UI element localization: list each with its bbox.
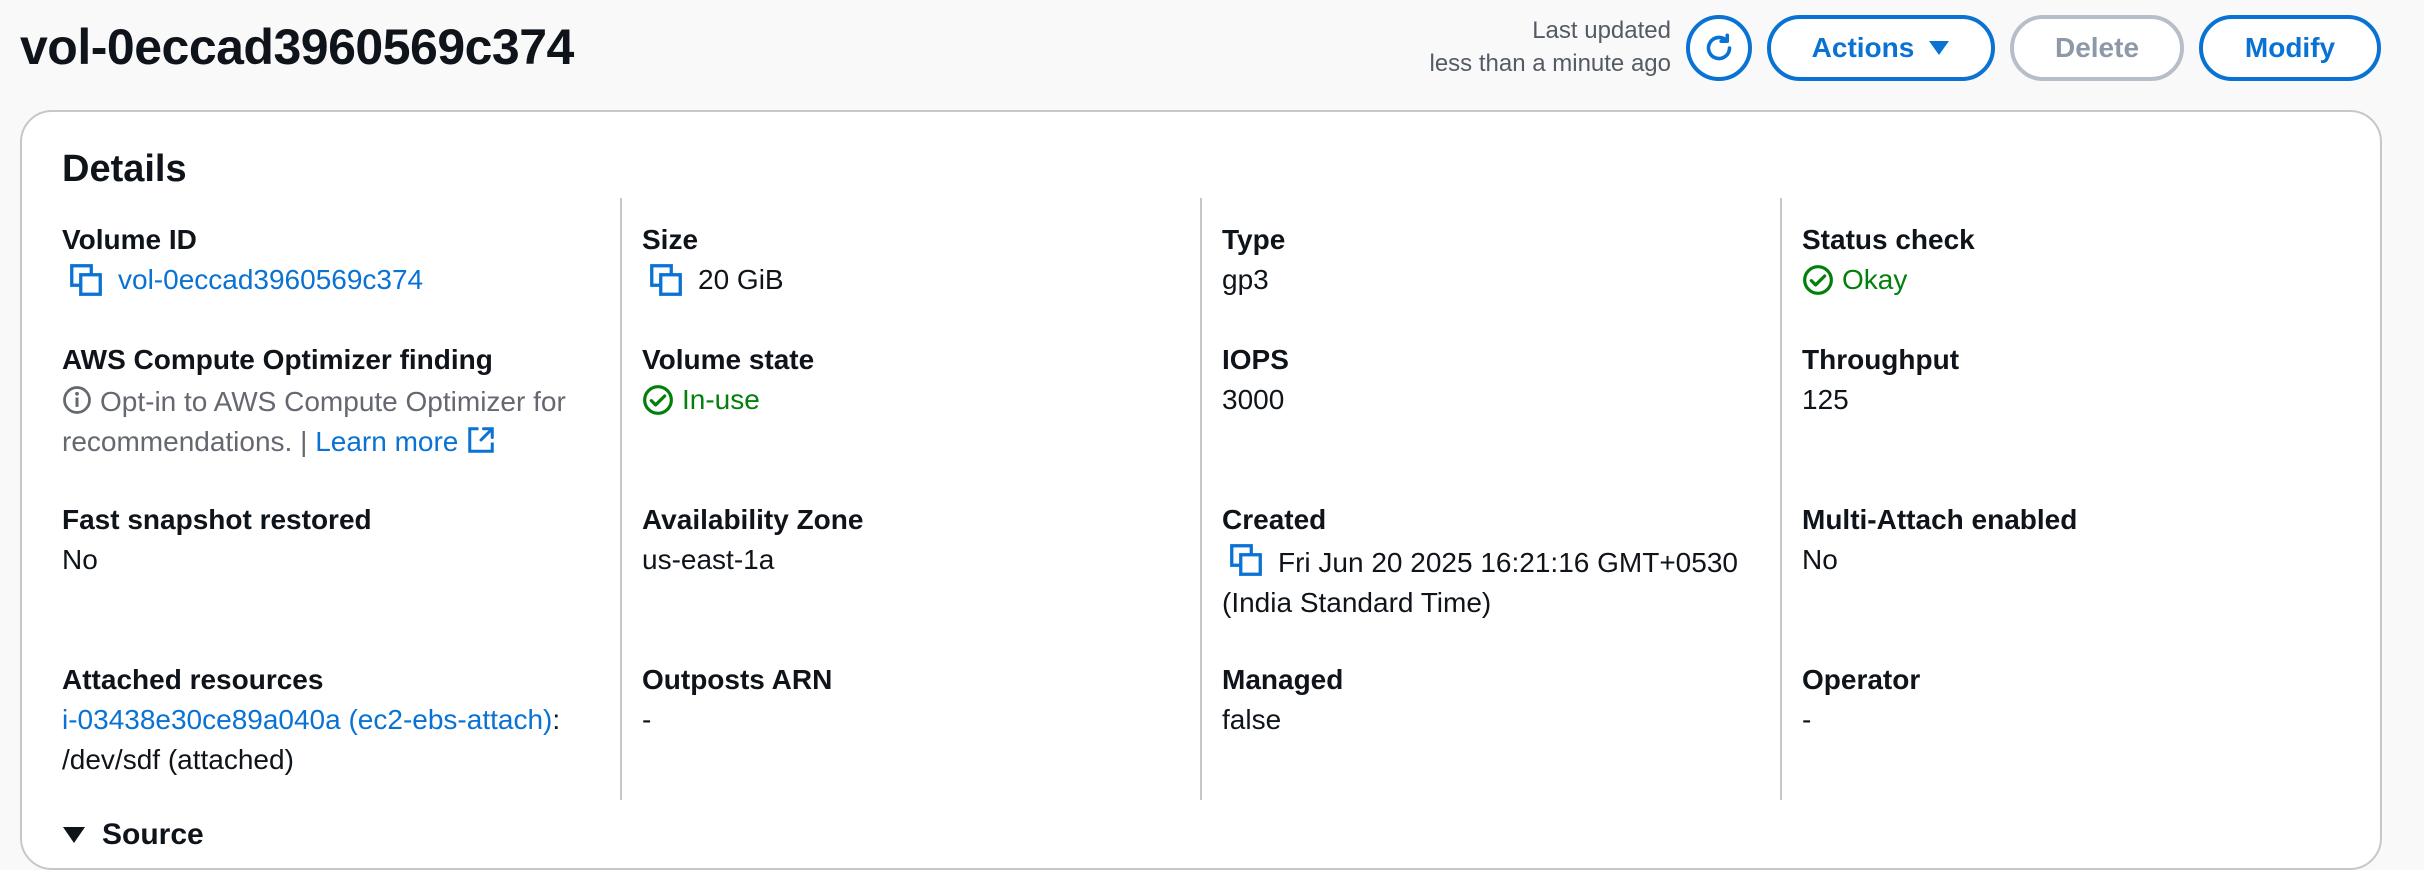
caret-down-icon — [1929, 41, 1950, 55]
field-created: Created Fri Jun 20 2025 16:21:16 GMT+053… — [1222, 500, 1762, 623]
field-label: Type — [1222, 224, 1286, 255]
source-section-toggle[interactable]: Source — [62, 818, 204, 852]
field-label: Outposts ARN — [642, 664, 833, 695]
refresh-button[interactable] — [1686, 15, 1752, 81]
field-label: Volume state — [642, 344, 815, 375]
field-operator: Operator - — [1802, 660, 2342, 740]
outposts-arn-value: - — [642, 704, 652, 735]
field-attached-resources: Attached resources i-03438e30ce89a040a (… — [62, 660, 602, 780]
column-divider — [1780, 198, 1782, 800]
success-check-icon — [643, 385, 673, 415]
page-title: vol-0eccad3960569c374 — [20, 19, 574, 75]
field-label: Throughput — [1802, 344, 1960, 375]
field-availability-zone: Availability Zone us-east-1a — [642, 500, 1182, 580]
details-title: Details — [62, 148, 187, 190]
volume-id-link[interactable]: vol-0eccad3960569c374 — [118, 260, 423, 300]
field-label: Size — [642, 224, 699, 255]
field-label: Multi-Attach enabled — [1802, 504, 2078, 535]
column-divider — [1200, 198, 1202, 800]
field-label: Volume ID — [62, 224, 197, 255]
actions-button[interactable]: Actions — [1767, 15, 1995, 81]
field-label: Status check — [1802, 224, 1975, 255]
type-value: gp3 — [1222, 264, 1269, 295]
actions-label: Actions — [1811, 32, 1915, 63]
field-fast-snapshot: Fast snapshot restored No — [62, 500, 602, 580]
managed-value: false — [1222, 704, 1282, 735]
page-header: vol-0eccad3960569c374 Last updated less … — [0, 0, 2424, 112]
field-compute-optimizer: AWS Compute Optimizer finding Opt-in to … — [62, 340, 602, 462]
size-value: 20 GiB — [698, 264, 784, 295]
fast-snapshot-value: No — [62, 544, 98, 575]
last-updated-label: Last updated — [1532, 17, 1671, 44]
modify-button[interactable]: Modify — [2199, 15, 2381, 81]
modify-label: Modify — [2244, 32, 2336, 63]
field-label: Created — [1222, 504, 1327, 535]
copy-icon[interactable] — [1228, 542, 1264, 578]
field-outposts-arn: Outposts ARN - — [642, 660, 1182, 740]
delete-button[interactable]: Delete — [2010, 15, 2184, 81]
field-label: Availability Zone — [642, 504, 864, 535]
external-link-icon[interactable] — [466, 425, 496, 455]
field-multi-attach: Multi-Attach enabled No — [1802, 500, 2342, 580]
volume-state-value: In-use — [682, 384, 760, 415]
delete-label: Delete — [2054, 32, 2140, 63]
iops-value: 3000 — [1222, 384, 1285, 415]
multi-attach-value: No — [1802, 544, 1838, 575]
field-label: Attached resources — [62, 664, 324, 695]
column-divider — [620, 198, 622, 800]
source-label: Source — [102, 818, 204, 851]
copy-icon[interactable] — [68, 262, 104, 298]
caret-down-icon — [63, 827, 85, 843]
separator: | — [300, 426, 308, 457]
field-volume-state: Volume state In-use — [642, 340, 1182, 420]
attached-instance-link[interactable]: i-03438e30ce89a040a (ec2-ebs-attach) — [62, 704, 552, 735]
created-value: Fri Jun 20 2025 16:21:16 GMT+0530 (India… — [1222, 547, 1738, 618]
status-check-value: Okay — [1842, 264, 1908, 295]
field-iops: IOPS 3000 — [1222, 340, 1762, 420]
refresh-icon — [1706, 33, 1732, 61]
field-managed: Managed false — [1222, 660, 1762, 740]
field-size: Size 20 GiB — [642, 220, 1182, 300]
availability-zone-value: us-east-1a — [642, 544, 775, 575]
learn-more-link[interactable]: Learn more — [315, 426, 458, 457]
field-type: Type gp3 — [1222, 220, 1762, 300]
copy-icon[interactable] — [648, 262, 684, 298]
field-status-check: Status check Okay — [1802, 220, 2342, 300]
last-updated: Last updated less than a minute ago — [1430, 14, 1672, 80]
details-panel: Details Volume ID vol-0eccad3960569c374 … — [20, 110, 2382, 870]
field-label: Managed — [1222, 664, 1344, 695]
success-check-icon — [1803, 265, 1833, 295]
operator-value: - — [1802, 704, 1812, 735]
field-label: Operator — [1802, 664, 1921, 695]
field-label: Fast snapshot restored — [62, 504, 372, 535]
field-label: AWS Compute Optimizer finding — [62, 344, 493, 375]
field-volume-id: Volume ID vol-0eccad3960569c374 — [62, 220, 602, 300]
last-updated-value: less than a minute ago — [1429, 50, 1672, 77]
field-throughput: Throughput 125 — [1802, 340, 2342, 420]
field-label: IOPS — [1222, 344, 1289, 375]
info-icon — [63, 386, 91, 414]
throughput-value: 125 — [1802, 384, 1849, 415]
